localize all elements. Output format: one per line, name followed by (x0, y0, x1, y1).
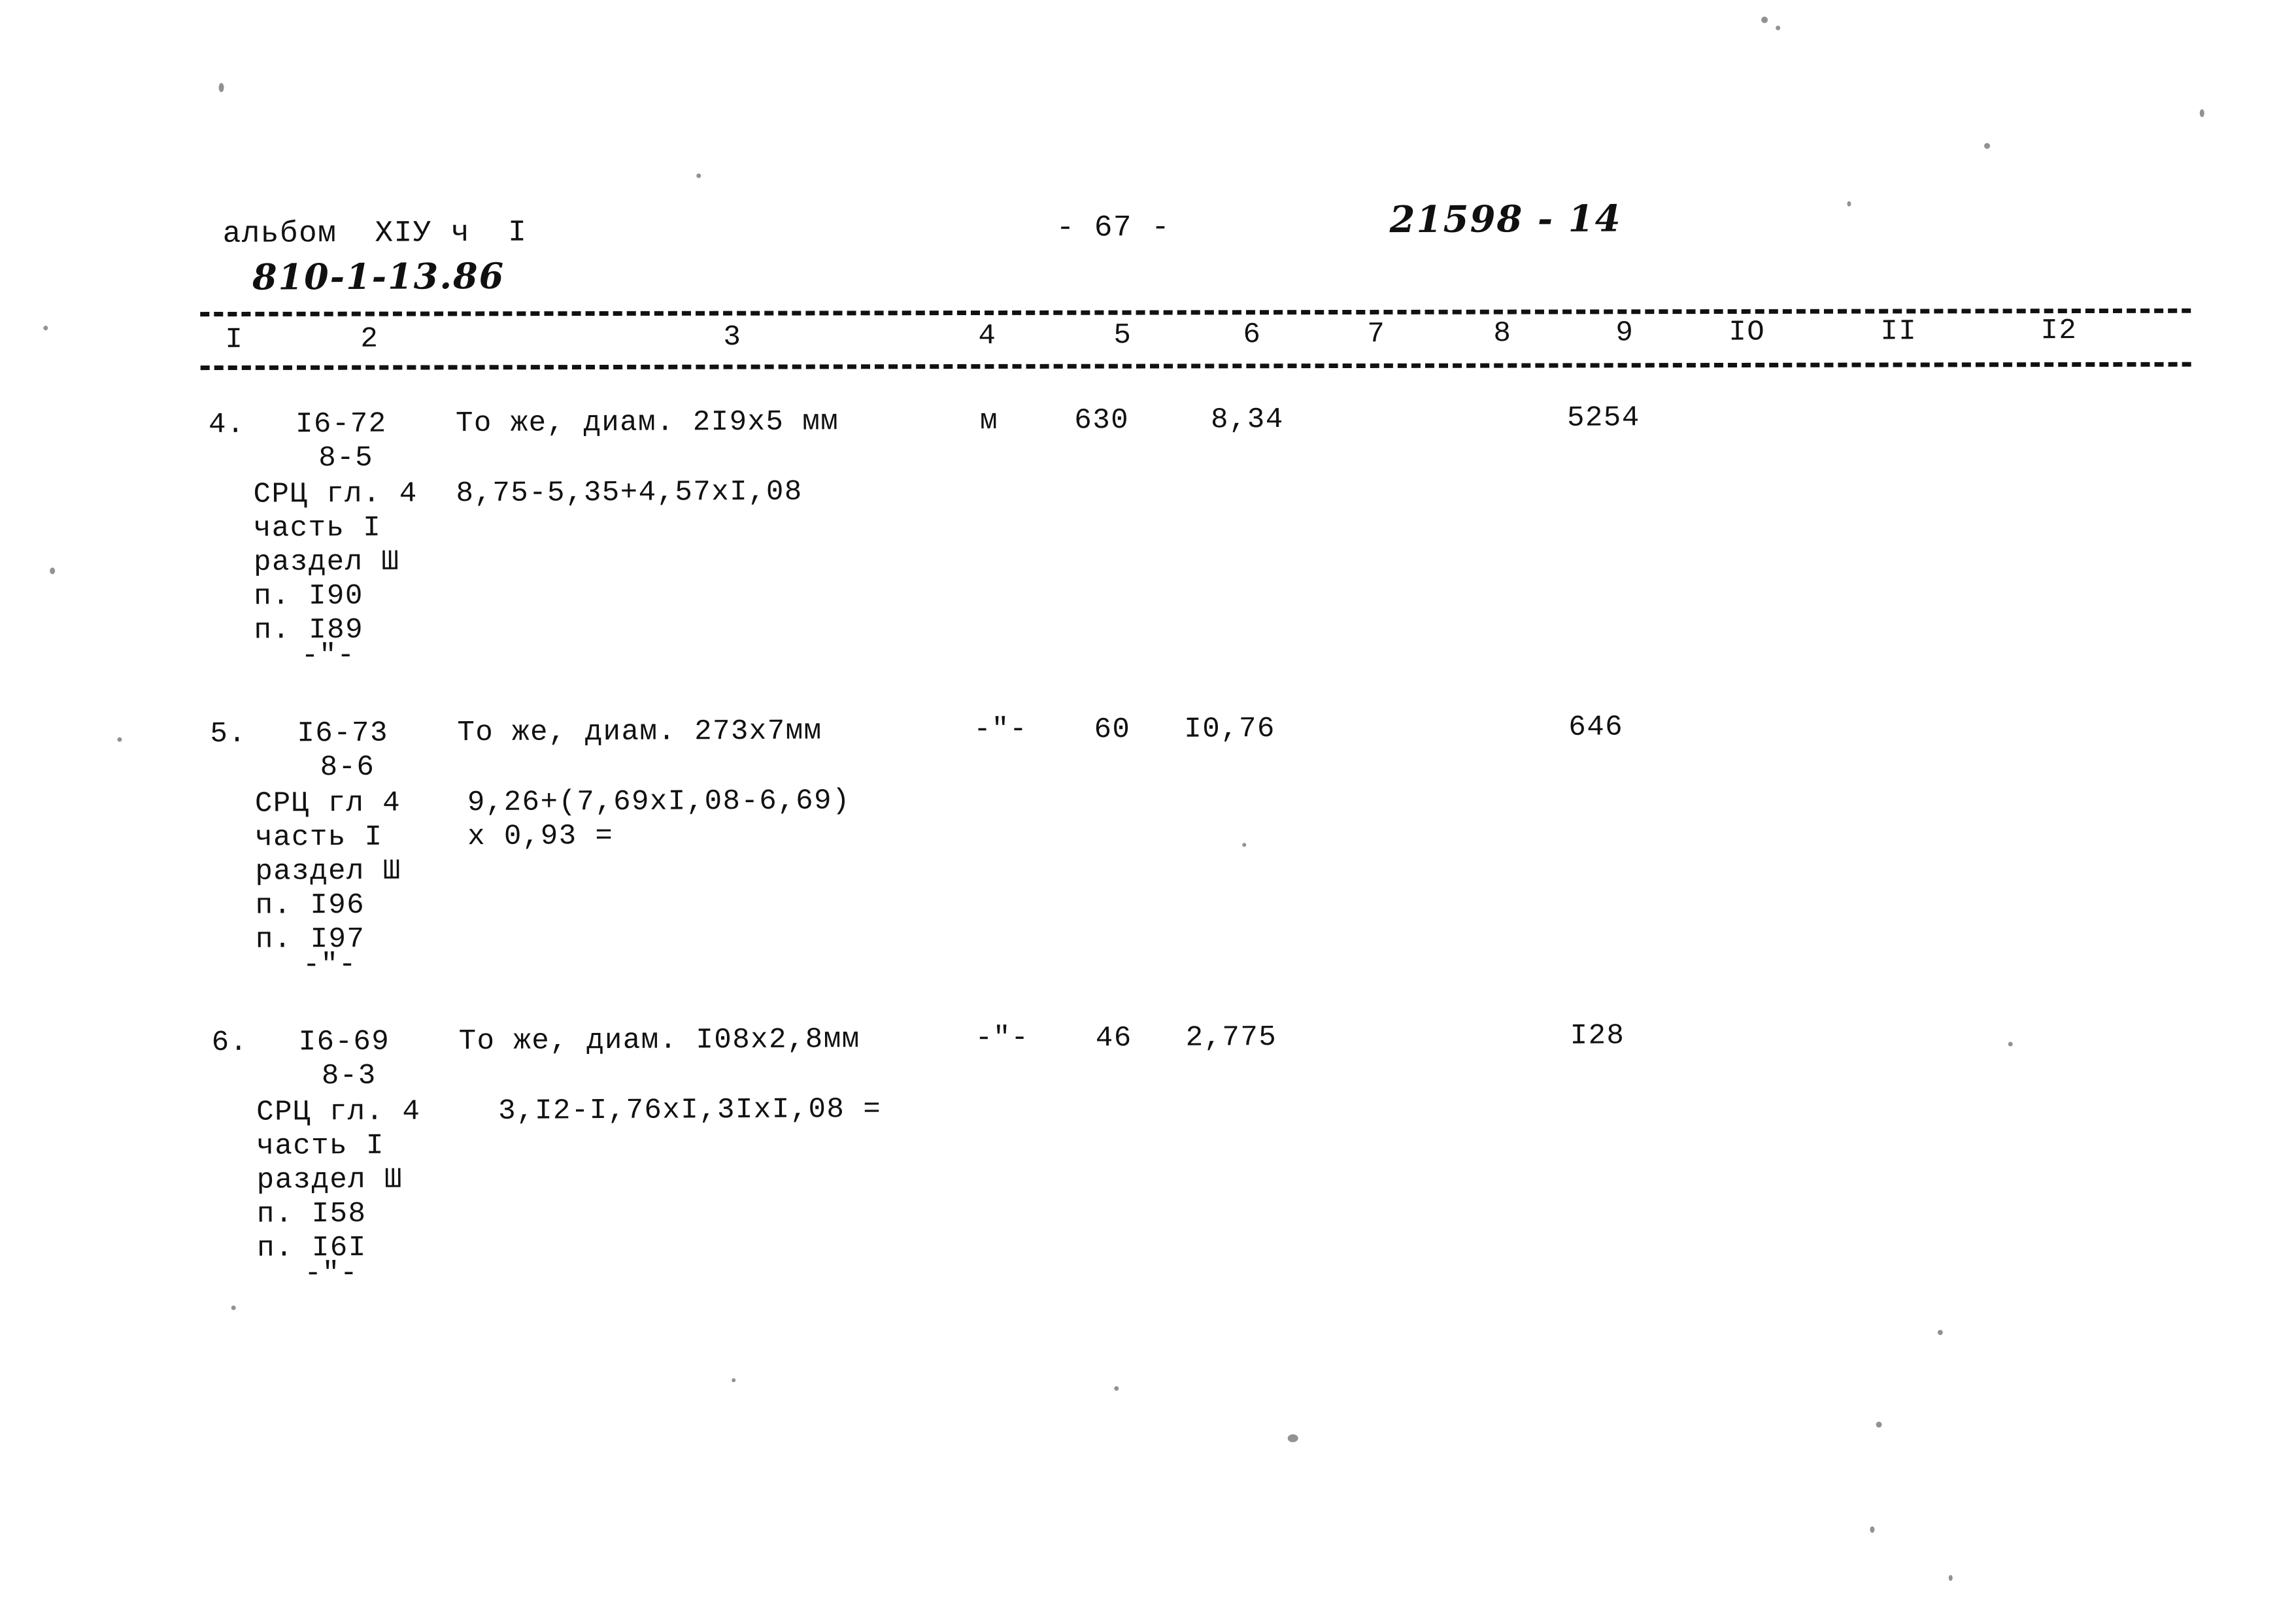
scan-speck (1876, 1421, 1882, 1428)
row-4-qty: 630 (1074, 404, 1130, 437)
scan-speck (1870, 1526, 1875, 1533)
row-5-code-top: I6-73 (297, 717, 389, 751)
column-header-5: 5 (1113, 319, 1132, 352)
scan-speck (1948, 1574, 1953, 1582)
row-6-description: То же, диам. I08х2,8мм (458, 1023, 860, 1058)
row-4-formula-line-1: 8,75-5,35+4,57хI,08 (456, 475, 803, 511)
scan-speck (1847, 201, 1851, 207)
row-6-ref-line-1: СРЦ гл. 4 (256, 1095, 421, 1129)
row-4-price: 8,34 (1210, 403, 1284, 437)
row-6-number: 6. (211, 1026, 248, 1059)
row-6-formula-line-1: 3,I2-I,76хI,3IхI,08 = (498, 1092, 882, 1128)
row-5-formula-line-1: 9,26+(7,69хI,08-6,69) (467, 785, 851, 820)
column-header-10: IO (1729, 316, 1766, 349)
scan-speck (50, 567, 56, 575)
row-4-unit: м (979, 405, 999, 438)
scan-speck (218, 82, 224, 92)
row-5-formula-line-2: х 0,93 = (467, 819, 614, 854)
row-5-unit: -"- (973, 713, 1028, 747)
row-4-ref-line-2: часть I (253, 511, 382, 545)
column-header-8: 8 (1493, 317, 1512, 350)
scan-speck (1937, 1330, 1943, 1336)
scan-speck (1114, 1386, 1119, 1391)
scan-speck (43, 326, 48, 331)
row-5-total: 646 (1568, 711, 1624, 744)
column-header-4: 4 (978, 320, 997, 353)
table-rule-bottom (200, 362, 2191, 371)
row-6-qty: 46 (1095, 1022, 1132, 1055)
scanned-page: альбом ХIУ ч I 810-1-13.86 - 67 - 21598 … (0, 0, 2294, 1624)
scan-speck (1984, 143, 1991, 149)
row-5-ref-line-4: п. I96 (255, 888, 365, 922)
scan-speck (696, 173, 701, 178)
row-4-ref-line-3: раздел Ш (253, 545, 400, 579)
row-5-trailing-ditto: -"- (303, 948, 357, 982)
row-5-number: 5. (210, 717, 247, 751)
row-6-ref-line-4: п. I58 (256, 1197, 367, 1231)
column-header-1: I (225, 323, 244, 356)
column-header-6: 6 (1243, 318, 1262, 352)
page-number: - 67 - (1056, 210, 1171, 245)
row-4-ref-line-1: СРЦ гл. 4 (253, 477, 418, 511)
scan-speck (732, 1378, 736, 1383)
scan-speck (117, 737, 122, 742)
column-header-9: 9 (1615, 316, 1634, 350)
row-5-ref-line-3: раздел Ш (255, 854, 401, 888)
page-sheet: альбом ХIУ ч I 810-1-13.86 - 67 - 21598 … (0, 0, 2294, 1624)
row-5-price: I0,76 (1184, 713, 1276, 746)
row-5-ref-line-1: СРЦ гл 4 (254, 787, 401, 820)
row-6-unit: -"- (975, 1021, 1030, 1055)
scan-speck (2199, 109, 2204, 118)
row-4-code-top: I6-72 (295, 407, 387, 441)
row-4-code-bottom: 8-5 (318, 441, 374, 475)
column-header-11: II (1880, 315, 1917, 348)
row-4-description: То же, диам. 2I9х5 мм (455, 405, 839, 441)
row-6-price: 2,775 (1185, 1021, 1277, 1055)
row-6-total: I28 (1570, 1019, 1625, 1053)
row-6-code-top: I6-69 (298, 1025, 390, 1059)
album-code-handwritten: 810-1-13.86 (252, 254, 505, 298)
row-4-total: 5254 (1566, 401, 1640, 435)
scan-speck (1242, 843, 1247, 847)
row-6-trailing-ditto: -"- (304, 1257, 358, 1291)
scan-speck (1287, 1434, 1298, 1442)
row-5-qty: 60 (1094, 713, 1131, 747)
album-line: альбом ХIУ ч I (222, 215, 528, 251)
row-5-description: То же, диам. 273х7мм (457, 715, 822, 750)
scan-speck (1761, 16, 1768, 24)
row-6-code-bottom: 8-3 (321, 1059, 377, 1093)
scan-speck (231, 1305, 236, 1310)
row-4-number: 4. (208, 408, 246, 442)
row-5-ref-line-2: часть I (255, 820, 383, 854)
scan-speck (2008, 1041, 2013, 1047)
row-5-code-bottom: 8-6 (320, 751, 375, 785)
stamp-handwritten: 21598 - 14 (1389, 197, 1622, 242)
column-header-2: 2 (360, 322, 379, 356)
column-header-3: 3 (723, 321, 742, 354)
row-6-ref-line-3: раздел Ш (256, 1163, 403, 1197)
row-4-trailing-ditto: -"- (301, 639, 356, 673)
row-6-ref-line-2: часть I (256, 1129, 384, 1163)
column-header-7: 7 (1367, 318, 1386, 351)
scan-speck (1776, 25, 1781, 31)
column-header-12: I2 (2040, 314, 2078, 348)
row-4-ref-line-4: п. I90 (254, 579, 363, 613)
